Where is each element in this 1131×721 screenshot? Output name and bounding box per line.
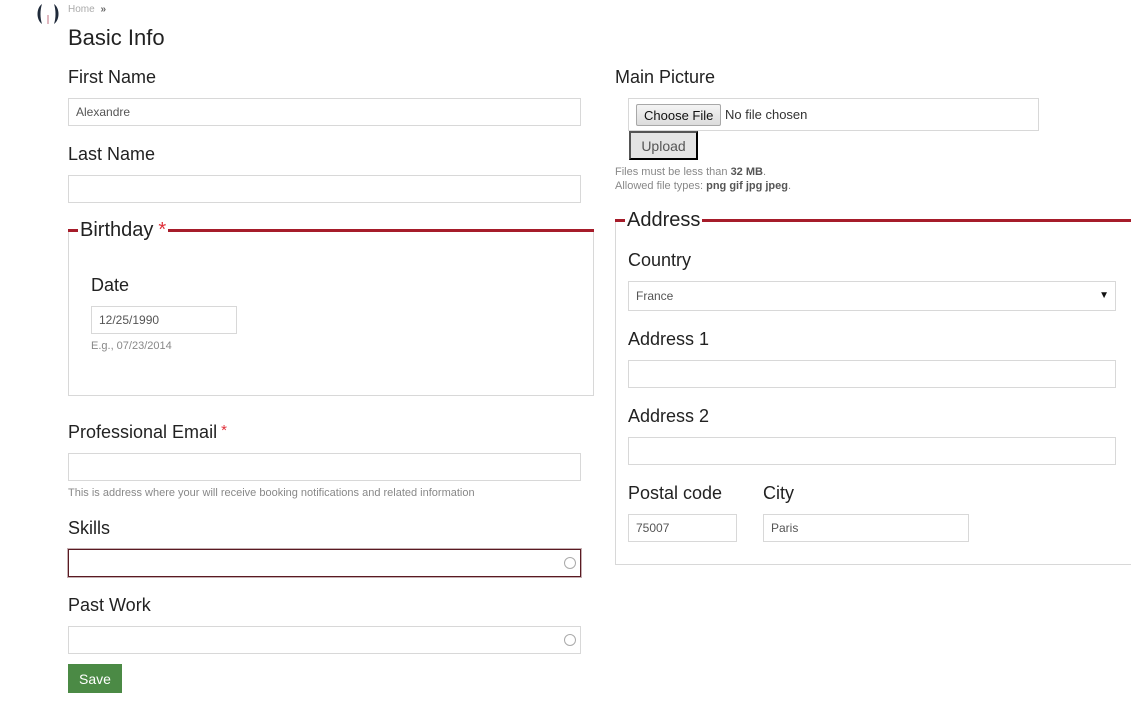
file-input[interactable]: Choose File No file chosen [628, 98, 1039, 131]
address1-input[interactable] [628, 360, 1116, 388]
past-work-label: Past Work [68, 595, 151, 615]
postal-code-input[interactable]: 75007 [628, 514, 737, 542]
country-label: Country [628, 250, 692, 270]
save-button[interactable]: Save [68, 664, 122, 693]
file-types-help-prefix: Allowed file types: [615, 180, 707, 192]
loading-spinner-icon [564, 557, 576, 569]
file-size-help-prefix: Files must be less than [615, 166, 731, 178]
main-picture-label: Main Picture [615, 67, 716, 87]
page-title: Basic Info [68, 25, 165, 50]
no-file-chosen-text: No file chosen [725, 107, 808, 122]
file-types-list: png gif jpg jpeg [706, 180, 788, 192]
skills-label: Skills [68, 518, 111, 538]
file-size-limit: 32 MB [730, 166, 763, 178]
professional-email-input[interactable] [68, 453, 581, 481]
date-help-text: E.g., 07/23/2014 [91, 340, 172, 352]
first-name-label: First Name [68, 67, 157, 87]
city-input[interactable]: Paris [763, 514, 969, 542]
birthday-legend: Birthday * [78, 219, 169, 241]
upload-button[interactable]: Upload [629, 131, 698, 160]
skills-input[interactable] [68, 549, 581, 577]
file-types-help: Allowed file types: png gif jpg jpeg. [615, 180, 792, 192]
address2-label: Address 2 [628, 406, 710, 426]
dropdown-arrow-icon: ▼ [1099, 290, 1109, 301]
postal-code-value: 75007 [636, 521, 670, 535]
date-input[interactable]: 12/25/1990 [91, 306, 237, 334]
city-value: Paris [771, 521, 799, 535]
address1-label: Address 1 [628, 329, 710, 349]
file-size-help: Files must be less than 32 MB. [615, 166, 767, 178]
first-name-input[interactable]: Alexandre [68, 98, 581, 126]
professional-email-label: Professional Email * [68, 422, 227, 443]
loading-spinner-icon [564, 634, 576, 646]
last-name-label: Last Name [68, 144, 156, 164]
postal-code-label: Postal code [628, 483, 723, 503]
professional-email-label-text: Professional Email [68, 422, 218, 442]
country-select[interactable]: France ▼ [628, 281, 1116, 311]
address-legend: Address [625, 209, 703, 231]
birthday-required-mark: * [158, 219, 167, 241]
birthday-legend-text: Birthday [80, 219, 154, 241]
choose-file-button[interactable]: Choose File [636, 104, 722, 126]
address2-input[interactable] [628, 437, 1116, 465]
logo-icon [37, 4, 59, 24]
first-name-value: Alexandre [76, 105, 131, 119]
breadcrumb: Home » [68, 4, 106, 15]
breadcrumb-separator: » [100, 4, 107, 15]
professional-email-help-text: This is address where your will receive … [68, 487, 475, 499]
last-name-input[interactable] [68, 175, 581, 203]
city-label: City [763, 483, 794, 503]
date-value: 12/25/1990 [99, 313, 160, 327]
professional-email-required-mark: * [221, 422, 227, 439]
breadcrumb-home-link[interactable]: Home [68, 4, 95, 15]
country-selected-value: France [636, 289, 674, 303]
past-work-input[interactable] [68, 626, 581, 654]
date-label: Date [91, 275, 130, 295]
